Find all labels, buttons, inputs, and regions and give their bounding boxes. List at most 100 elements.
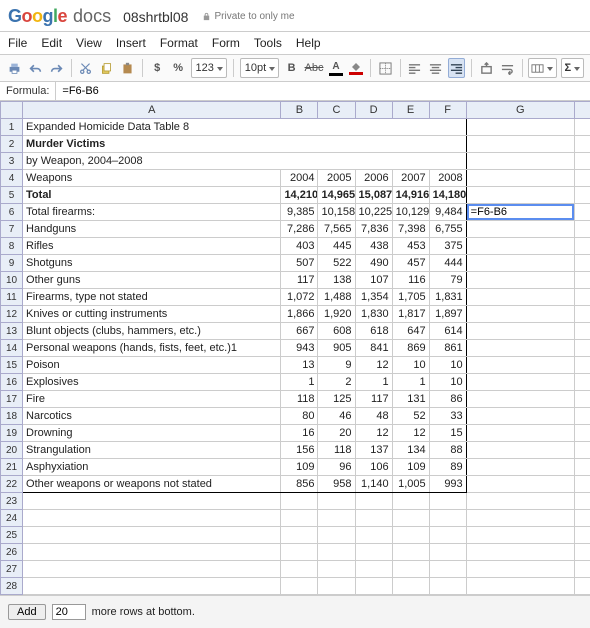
row-header[interactable]: 25 bbox=[1, 527, 23, 544]
weapon-label[interactable]: Handguns bbox=[23, 221, 281, 238]
cell[interactable] bbox=[23, 578, 281, 595]
cell[interactable] bbox=[574, 153, 590, 170]
cell[interactable] bbox=[466, 187, 574, 204]
cell[interactable] bbox=[574, 544, 590, 561]
cell[interactable]: 10,129 bbox=[392, 204, 429, 221]
cell[interactable] bbox=[318, 527, 355, 544]
cell[interactable] bbox=[466, 221, 574, 238]
row-header[interactable]: 4 bbox=[1, 170, 23, 187]
functions-select[interactable]: Σ bbox=[561, 58, 584, 78]
cell[interactable]: 445 bbox=[318, 238, 355, 255]
cell[interactable]: 490 bbox=[355, 255, 392, 272]
cell[interactable]: 1,817 bbox=[392, 306, 429, 323]
cell[interactable]: 7,286 bbox=[281, 221, 318, 238]
row-header[interactable]: 6 bbox=[1, 204, 23, 221]
cell[interactable] bbox=[355, 510, 392, 527]
cell[interactable]: 861 bbox=[429, 340, 466, 357]
weapon-label[interactable]: Asphyxiation bbox=[23, 459, 281, 476]
cell[interactable]: 1,705 bbox=[392, 289, 429, 306]
cell[interactable] bbox=[23, 544, 281, 561]
cell[interactable] bbox=[466, 238, 574, 255]
align-left-button[interactable] bbox=[407, 58, 424, 78]
cell[interactable]: 1,920 bbox=[318, 306, 355, 323]
merge-select[interactable] bbox=[528, 58, 557, 78]
document-name[interactable]: 08shrtbl08 bbox=[123, 9, 188, 25]
row-header[interactable]: 17 bbox=[1, 391, 23, 408]
cell[interactable] bbox=[466, 340, 574, 357]
cell[interactable] bbox=[466, 510, 574, 527]
row-header[interactable]: 11 bbox=[1, 289, 23, 306]
copy-button[interactable] bbox=[98, 58, 115, 78]
cell[interactable] bbox=[466, 306, 574, 323]
row-header[interactable]: 13 bbox=[1, 323, 23, 340]
cell[interactable] bbox=[574, 221, 590, 238]
cell[interactable]: 1,830 bbox=[355, 306, 392, 323]
insert-button[interactable] bbox=[478, 58, 495, 78]
weapon-label[interactable]: Other guns bbox=[23, 272, 281, 289]
cell[interactable] bbox=[574, 527, 590, 544]
cell[interactable] bbox=[392, 561, 429, 578]
cell[interactable] bbox=[466, 323, 574, 340]
cell[interactable]: 118 bbox=[281, 391, 318, 408]
cell[interactable] bbox=[318, 510, 355, 527]
cell[interactable]: 156 bbox=[281, 442, 318, 459]
cell[interactable]: 7,836 bbox=[355, 221, 392, 238]
weapon-label[interactable]: Shotguns bbox=[23, 255, 281, 272]
cell[interactable]: 10,225 bbox=[355, 204, 392, 221]
row-header[interactable]: 22 bbox=[1, 476, 23, 493]
cell[interactable] bbox=[466, 493, 574, 510]
cell[interactable] bbox=[574, 476, 590, 493]
cell[interactable] bbox=[574, 306, 590, 323]
cell[interactable] bbox=[466, 255, 574, 272]
print-button[interactable] bbox=[6, 58, 23, 78]
row-header[interactable]: 19 bbox=[1, 425, 23, 442]
cell[interactable] bbox=[23, 561, 281, 578]
cell[interactable] bbox=[466, 561, 574, 578]
row-header[interactable]: 14 bbox=[1, 340, 23, 357]
weapon-label[interactable]: Firearms, type not stated bbox=[23, 289, 281, 306]
row-header[interactable]: 15 bbox=[1, 357, 23, 374]
cell[interactable]: 134 bbox=[392, 442, 429, 459]
cell[interactable] bbox=[466, 170, 574, 187]
cell[interactable]: 107 bbox=[355, 272, 392, 289]
cell-G6[interactable] bbox=[466, 204, 574, 221]
cell[interactable]: 453 bbox=[392, 238, 429, 255]
cell[interactable]: 1 bbox=[355, 374, 392, 391]
active-cell-input[interactable] bbox=[467, 204, 574, 220]
menu-tools[interactable]: Tools bbox=[254, 36, 282, 50]
cell[interactable]: 1,354 bbox=[355, 289, 392, 306]
cell[interactable]: 7,398 bbox=[392, 221, 429, 238]
cell[interactable] bbox=[318, 561, 355, 578]
borders-button[interactable] bbox=[377, 58, 394, 78]
row-header[interactable]: 27 bbox=[1, 561, 23, 578]
cell[interactable] bbox=[574, 272, 590, 289]
cell[interactable] bbox=[466, 136, 574, 153]
cell[interactable]: 608 bbox=[318, 323, 355, 340]
cell[interactable]: 9,385 bbox=[281, 204, 318, 221]
google-logo[interactable]: Google bbox=[8, 6, 67, 27]
row-header[interactable]: 3 bbox=[1, 153, 23, 170]
cell[interactable]: 958 bbox=[318, 476, 355, 493]
cell[interactable]: 131 bbox=[392, 391, 429, 408]
paste-button[interactable] bbox=[119, 58, 136, 78]
cell[interactable] bbox=[429, 544, 466, 561]
cell[interactable]: 80 bbox=[281, 408, 318, 425]
cell[interactable] bbox=[429, 493, 466, 510]
cell[interactable]: 52 bbox=[392, 408, 429, 425]
cell[interactable]: 138 bbox=[318, 272, 355, 289]
cell[interactable] bbox=[23, 527, 281, 544]
cell[interactable] bbox=[466, 153, 574, 170]
cell[interactable] bbox=[466, 578, 574, 595]
cell[interactable] bbox=[574, 323, 590, 340]
cell[interactable]: 10 bbox=[429, 374, 466, 391]
undo-button[interactable] bbox=[27, 58, 44, 78]
cell[interactable]: 667 bbox=[281, 323, 318, 340]
cell[interactable]: 10,158 bbox=[318, 204, 355, 221]
cell[interactable] bbox=[574, 561, 590, 578]
cell[interactable] bbox=[355, 527, 392, 544]
cell[interactable]: 10 bbox=[429, 357, 466, 374]
cell[interactable]: 106 bbox=[355, 459, 392, 476]
cell[interactable]: 841 bbox=[355, 340, 392, 357]
cell[interactable]: 1,488 bbox=[318, 289, 355, 306]
cell[interactable] bbox=[574, 255, 590, 272]
